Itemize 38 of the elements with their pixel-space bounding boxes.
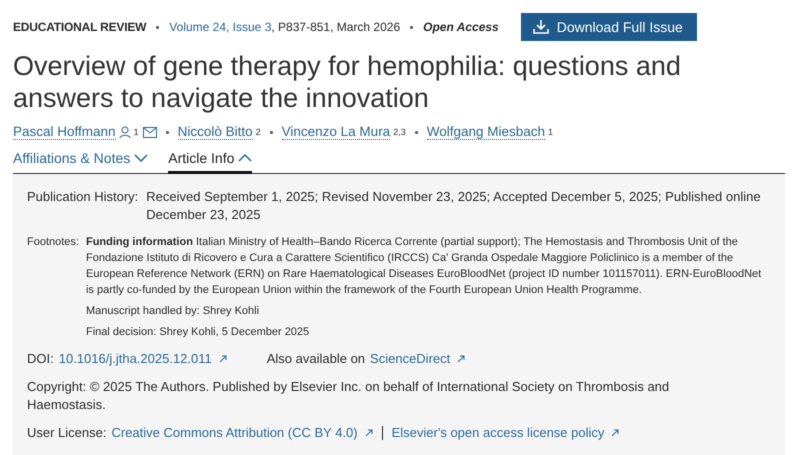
license-link[interactable]: Creative Commons Attribution (CC BY 4.0) (111, 424, 358, 442)
license-link[interactable]: Elsevier's open access license policy (392, 424, 604, 442)
person-icon (118, 126, 131, 138)
external-link-icon (457, 355, 466, 363)
author-link[interactable]: Vincenzo La Mura (282, 124, 390, 140)
publication-history: Received September 1, 2025; Revised November 23, 2025; Accepted December 5, 2025; Published online December 23, 2025 (146, 188, 762, 224)
chevron-icon (238, 154, 252, 162)
pages-date: , P837-851, March 2026 (271, 20, 400, 34)
doi-link[interactable]: 10.1016/j.jtha.2025.12.011 (58, 350, 212, 368)
handled-by: Manuscript handled by: Shrey Kohli (86, 304, 260, 319)
field-label: DOI: (27, 350, 54, 368)
access-label: Open Access (423, 20, 499, 34)
journal-name: EDUCATIONAL REVIEW (13, 20, 146, 34)
field-label: Footnotes: (27, 235, 79, 250)
affiliation-number: 2 (256, 127, 261, 137)
external-link-icon (364, 429, 373, 437)
funding-note: Funding information Italian Ministry of Health–Bando Ricerca Corrente (partial support); The Hemostasis and Thrombosis Unit of the Fondazione Istituto di Ricovero e Cura a Carattere Scientifico (IRCCS) Ca' Granda Ospedale Maggiore Policlinico is a member of the European Reference Network (ERN) on Rare Haematological Diseases EuroBloodNet (project ID number 101157011). ERN-EuroBloodNet is partly co-funded by the European Union within the framework of the Fourth European Union Health Programme. (86, 235, 762, 298)
copyright-text: Copyright: © 2025 The Authors. Published by Elsevier Inc. on behalf of International Society on Thrombosis and Haemostasis. (27, 378, 670, 414)
author-link[interactable]: Wolfgang Miesbach (426, 124, 546, 140)
chevron-icon (134, 154, 148, 162)
final-decision: Final decision: Shrey Kohli, 5 December 2025 (86, 325, 310, 340)
download-button[interactable]: Download Full Issue (520, 13, 697, 41)
article-title: Overview of gene therapy for hemophilia: questions and answers to navigate the innovation (13, 50, 682, 114)
issue-link[interactable]: Volume 24, Issue 3 (169, 20, 272, 34)
mail-icon[interactable] (142, 126, 157, 138)
external-link-icon (611, 429, 620, 437)
tab[interactable]: Affiliations & Notes (13, 150, 148, 174)
author-link[interactable]: Niccolò Bitto (178, 124, 253, 140)
affiliation-number: 1 (134, 127, 139, 137)
affiliation-number: 1 (548, 127, 554, 137)
external-link-icon (218, 355, 227, 363)
sciencedirect-link[interactable]: ScienceDirect (370, 350, 450, 368)
author-link[interactable]: Pascal Hoffmann (13, 124, 116, 140)
field-label: Publication History: (27, 188, 138, 206)
also-available-text: Also available on (266, 350, 366, 368)
affiliation-number: 2,3 (393, 127, 406, 137)
field-label: User License: (27, 424, 106, 442)
download-icon (532, 19, 549, 35)
